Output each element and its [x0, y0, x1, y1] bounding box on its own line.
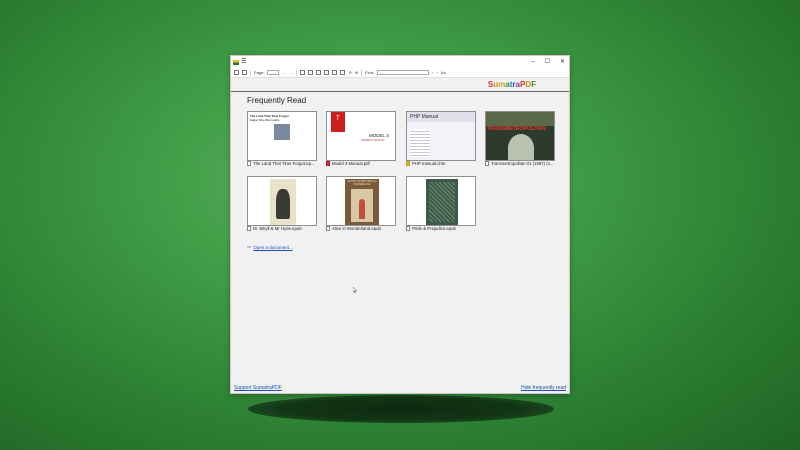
toolbar-divider	[250, 69, 251, 76]
open-document-link[interactable]: ▭ Open a document...	[247, 244, 293, 250]
fit-width-icon[interactable]	[316, 70, 322, 75]
epub-file-icon	[326, 226, 330, 231]
thumbnail-model-3-manual[interactable]: T MODEL 3 OWNER'S MANUAL	[326, 111, 396, 161]
chm-file-icon	[406, 161, 410, 166]
sumatra-window: ☰ – ☐ ✕ Page: ← → ⊖ ⊕ Find: ‹ › Aa Sumat…	[230, 55, 570, 394]
brand-letter: m	[498, 80, 506, 89]
minimize-button[interactable]: –	[531, 56, 534, 68]
open-icon[interactable]	[234, 70, 239, 75]
tesla-t-icon: T	[336, 116, 340, 122]
single-page-icon[interactable]	[300, 70, 306, 75]
toolbar-divider	[296, 69, 298, 76]
pdf-file-icon	[326, 161, 330, 166]
find-input[interactable]	[377, 70, 430, 75]
window-shadow	[248, 395, 554, 423]
print-icon[interactable]	[242, 70, 247, 75]
match-case-icon[interactable]: Aa	[441, 70, 446, 75]
cover-figure	[359, 199, 365, 219]
toc-lines	[410, 129, 430, 157]
brand-letter: F	[531, 80, 536, 89]
cover-title: TRANSMETROPOLITAN	[487, 126, 546, 132]
brand-bar: SumatraPDF	[231, 78, 569, 92]
caption-text: Dr Jekyll & Mr Hyde.epub	[253, 226, 302, 231]
open-document-text: Open a document...	[253, 244, 293, 250]
sumatrapdf-logo: SumatraPDF	[488, 80, 536, 89]
toolbar-divider	[361, 69, 363, 76]
thumbnail-transmetropolitan[interactable]: TRANSMETROPOLITAN	[485, 111, 555, 161]
cover-figure	[276, 189, 290, 219]
prev-page-icon[interactable]: ←	[282, 70, 286, 75]
page-label: Page:	[254, 70, 265, 75]
list-item-caption[interactable]: Pride & Prejudice.epub	[406, 226, 478, 231]
thumbnail-land-that-time-forgot[interactable]: The Land That Time Forgot Edgar Rice Bur…	[247, 111, 317, 161]
list-item-caption[interactable]: PHP manual.chm	[406, 161, 478, 166]
title-bar: ☰ – ☐ ✕	[231, 56, 569, 68]
cbz-file-icon	[485, 161, 489, 166]
fit-page-icon[interactable]	[340, 70, 346, 75]
page-input[interactable]	[267, 70, 280, 75]
cover-title: MODEL 3	[369, 133, 389, 138]
caption-text: Model 3 Manual.pdf	[332, 161, 370, 166]
caption-text: Pride & Prejudice.epub	[412, 226, 456, 231]
zoom-in-icon[interactable]: ⊕	[355, 70, 358, 75]
cover-author: Edgar Rice Burroughs	[250, 118, 280, 122]
cover-title: PHP Manual	[410, 114, 438, 120]
zoom-out-icon[interactable]: ⊖	[348, 70, 351, 75]
toolbar: Page: ← → ⊖ ⊕ Find: ‹ › Aa	[231, 68, 569, 78]
epub-file-icon	[406, 226, 410, 231]
close-button[interactable]: ✕	[560, 56, 565, 68]
next-page-icon[interactable]: →	[289, 70, 293, 75]
cover-illustration	[274, 124, 290, 140]
thumbnail-php-manual[interactable]: PHP Manual	[406, 111, 476, 161]
list-item-caption[interactable]: The Land That Time Forgot.ep...	[247, 161, 319, 166]
cover-title: ALICE'S ADVENTURES IN WONDERLAND	[347, 180, 377, 186]
tesla-logo-block	[331, 112, 345, 132]
app-icon	[233, 59, 239, 65]
comic-character-figure	[508, 134, 534, 160]
rotate-left-icon[interactable]	[324, 70, 330, 75]
maximize-button[interactable]: ☐	[545, 56, 550, 68]
thumbnail-alice-in-wonderland[interactable]: ALICE'S ADVENTURES IN WONDERLAND	[326, 176, 396, 226]
find-label: Find:	[365, 70, 375, 75]
thumbnail-pride-prejudice[interactable]	[406, 176, 476, 226]
section-heading: Frequently Read	[247, 96, 307, 105]
list-item-caption[interactable]: Dr Jekyll & Mr Hyde.epub	[247, 226, 319, 231]
mouse-cursor-icon	[353, 287, 357, 293]
list-item-caption[interactable]: Model 3 Manual.pdf	[326, 161, 398, 166]
caption-text: PHP manual.chm	[412, 161, 446, 166]
epub-file-icon	[247, 161, 251, 166]
support-link[interactable]: Support SumatraPDF	[234, 385, 282, 391]
two-page-icon[interactable]	[308, 70, 314, 75]
thumbnail-jekyll-hyde[interactable]	[247, 176, 317, 226]
hamburger-menu-icon[interactable]: ☰	[241, 59, 246, 65]
cover-pattern	[429, 182, 455, 222]
caption-text: Alice in Wonderland.epub	[332, 226, 381, 231]
caption-text: Transmetropolitan 01 (1997) (n...	[491, 161, 554, 166]
list-item-caption[interactable]: Transmetropolitan 01 (1997) (n...	[485, 161, 557, 166]
cover-subtitle: OWNER'S MANUAL	[361, 139, 385, 142]
caption-text: The Land That Time Forgot.ep...	[253, 161, 315, 166]
find-next-icon[interactable]: ›	[436, 70, 437, 75]
find-prev-icon[interactable]: ‹	[432, 70, 433, 75]
rotate-right-icon[interactable]	[332, 70, 338, 75]
folder-icon: ▭	[247, 244, 252, 249]
epub-file-icon	[247, 226, 251, 231]
comic-top-band	[486, 112, 554, 126]
hide-frequently-read-link[interactable]: Hide frequently read	[521, 385, 566, 391]
list-item-caption[interactable]: Alice in Wonderland.epub	[326, 226, 398, 231]
